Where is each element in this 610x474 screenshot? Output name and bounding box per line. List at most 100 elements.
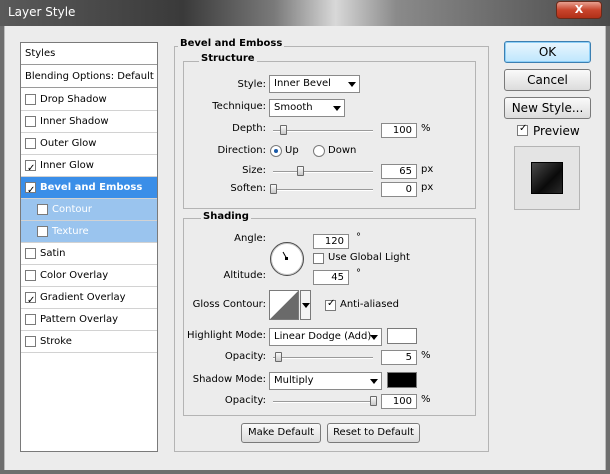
title-bar: Layer Style X — [0, 0, 610, 26]
style-item-label: Satin — [40, 248, 66, 259]
depth-label: Depth: — [232, 123, 266, 134]
style-item-label: Pattern Overlay — [40, 314, 119, 325]
highlight-opacity-input[interactable]: 5 — [381, 350, 417, 365]
soften-input[interactable]: 0 — [381, 182, 417, 197]
highlight-mode-label: Highlight Mode: — [187, 330, 266, 341]
preview-checkbox[interactable] — [517, 123, 528, 136]
style-item-checkbox[interactable] — [25, 336, 36, 347]
highlight-opacity-track[interactable] — [273, 357, 373, 359]
chevron-down-icon — [348, 82, 356, 87]
style-item-texture[interactable]: Texture — [21, 221, 157, 243]
direction-up-label: Up — [285, 145, 299, 156]
style-item-outer-glow[interactable]: Outer Glow — [21, 133, 157, 155]
style-item-checkbox[interactable] — [25, 270, 36, 281]
gloss-contour-dropdown[interactable] — [300, 290, 311, 320]
chevron-down-icon — [302, 303, 310, 308]
gloss-contour-thumbnail[interactable] — [269, 290, 299, 320]
style-item-gradient-overlay[interactable]: Gradient Overlay — [21, 287, 157, 311]
highlight-opacity-thumb[interactable] — [275, 352, 282, 362]
cancel-button[interactable]: Cancel — [504, 69, 591, 91]
style-item-checkbox[interactable] — [25, 138, 36, 149]
direction-up-radio[interactable] — [270, 145, 282, 157]
size-input[interactable]: 65 — [381, 164, 417, 179]
angle-unit: ° — [356, 232, 361, 243]
bevel-emboss-title: Bevel and Emboss — [178, 38, 285, 49]
close-button[interactable]: X — [556, 1, 602, 19]
style-item-checkbox[interactable] — [25, 290, 36, 311]
make-default-button[interactable]: Make Default — [241, 423, 321, 443]
style-item-contour[interactable]: Contour — [21, 199, 157, 221]
shadow-color-swatch[interactable] — [387, 372, 417, 388]
style-item-checkbox[interactable] — [25, 248, 36, 259]
size-label: Size: — [242, 165, 266, 176]
style-item-inner-shadow[interactable]: Inner Shadow — [21, 111, 157, 133]
style-item-checkbox[interactable] — [25, 180, 36, 201]
direction-down-label: Down — [328, 145, 357, 156]
style-item-satin[interactable]: Satin — [21, 243, 157, 265]
reset-to-default-button[interactable]: Reset to Default — [327, 423, 420, 443]
shadow-opacity-unit: % — [421, 394, 431, 405]
preview-swatch — [531, 162, 563, 194]
depth-unit: % — [421, 123, 431, 134]
style-item-label: Inner Glow — [40, 160, 94, 171]
style-item-checkbox[interactable] — [37, 204, 48, 215]
style-item-inner-glow[interactable]: Inner Glow — [21, 155, 157, 179]
highlight-mode-select[interactable]: Linear Dodge (Add) — [269, 328, 382, 346]
style-item-checkbox[interactable] — [25, 94, 36, 105]
size-slider-thumb[interactable] — [297, 166, 304, 176]
styles-header[interactable]: Styles — [21, 43, 157, 65]
ok-button[interactable]: OK — [504, 41, 591, 63]
style-item-label: Texture — [52, 226, 89, 237]
altitude-input[interactable]: 45 — [313, 270, 349, 285]
depth-input[interactable]: 100 — [381, 123, 417, 138]
style-select[interactable]: Inner Bevel — [269, 75, 360, 93]
styles-panel: Styles Blending Options: Default Drop Sh… — [20, 42, 158, 452]
anti-aliased-checkbox[interactable] — [325, 298, 336, 311]
blending-options-item[interactable]: Blending Options: Default — [21, 66, 157, 88]
style-label: Style: — [237, 79, 267, 90]
shadow-opacity-input[interactable]: 100 — [381, 394, 417, 409]
style-item-label: Color Overlay — [40, 270, 109, 281]
style-item-stroke[interactable]: Stroke — [21, 331, 157, 353]
highlight-color-swatch[interactable] — [387, 328, 417, 344]
structure-title: Structure — [199, 53, 257, 64]
soften-slider-track[interactable] — [273, 189, 373, 191]
contour-curve-icon — [270, 291, 298, 319]
angle-dial[interactable] — [270, 242, 304, 276]
shadow-opacity-track[interactable] — [273, 401, 373, 403]
style-item-checkbox[interactable] — [25, 314, 36, 325]
style-item-label: Inner Shadow — [40, 116, 109, 127]
style-select-value: Inner Bevel — [274, 78, 331, 89]
preview-thumbnail — [514, 146, 580, 210]
style-item-checkbox[interactable] — [25, 158, 36, 179]
style-item-color-overlay[interactable]: Color Overlay — [21, 265, 157, 287]
style-item-label: Stroke — [40, 336, 72, 347]
technique-label: Technique: — [212, 101, 266, 112]
technique-select[interactable]: Smooth — [269, 99, 345, 117]
shadow-opacity-label: Opacity: — [224, 395, 266, 406]
depth-slider-track[interactable] — [273, 130, 373, 132]
shadow-opacity-thumb[interactable] — [370, 396, 377, 406]
shadow-mode-value: Multiply — [274, 375, 314, 386]
direction-down-radio[interactable] — [313, 145, 325, 157]
style-item-checkbox[interactable] — [25, 116, 36, 127]
size-slider-track[interactable] — [273, 171, 373, 173]
chevron-down-icon — [370, 379, 378, 384]
style-item-label: Bevel and Emboss — [40, 182, 143, 193]
style-item-bevel-and-emboss[interactable]: Bevel and Emboss — [21, 177, 157, 201]
depth-slider-thumb[interactable] — [280, 125, 287, 135]
use-global-light-checkbox[interactable] — [313, 253, 324, 264]
style-item-drop-shadow[interactable]: Drop Shadow — [21, 89, 157, 111]
direction-label: Direction: — [217, 145, 266, 156]
style-item-pattern-overlay[interactable]: Pattern Overlay — [21, 309, 157, 331]
preview-label: Preview — [533, 124, 580, 138]
angle-input[interactable]: 120 — [313, 234, 349, 249]
style-item-checkbox[interactable] — [37, 226, 48, 237]
soften-slider-thumb[interactable] — [270, 184, 277, 194]
highlight-opacity-unit: % — [421, 350, 431, 361]
gloss-contour-label: Gloss Contour: — [192, 299, 266, 310]
new-style-button[interactable]: New Style... — [504, 97, 591, 119]
shadow-mode-select[interactable]: Multiply — [269, 372, 382, 390]
style-item-label: Drop Shadow — [40, 94, 107, 105]
chevron-down-icon — [370, 335, 378, 340]
